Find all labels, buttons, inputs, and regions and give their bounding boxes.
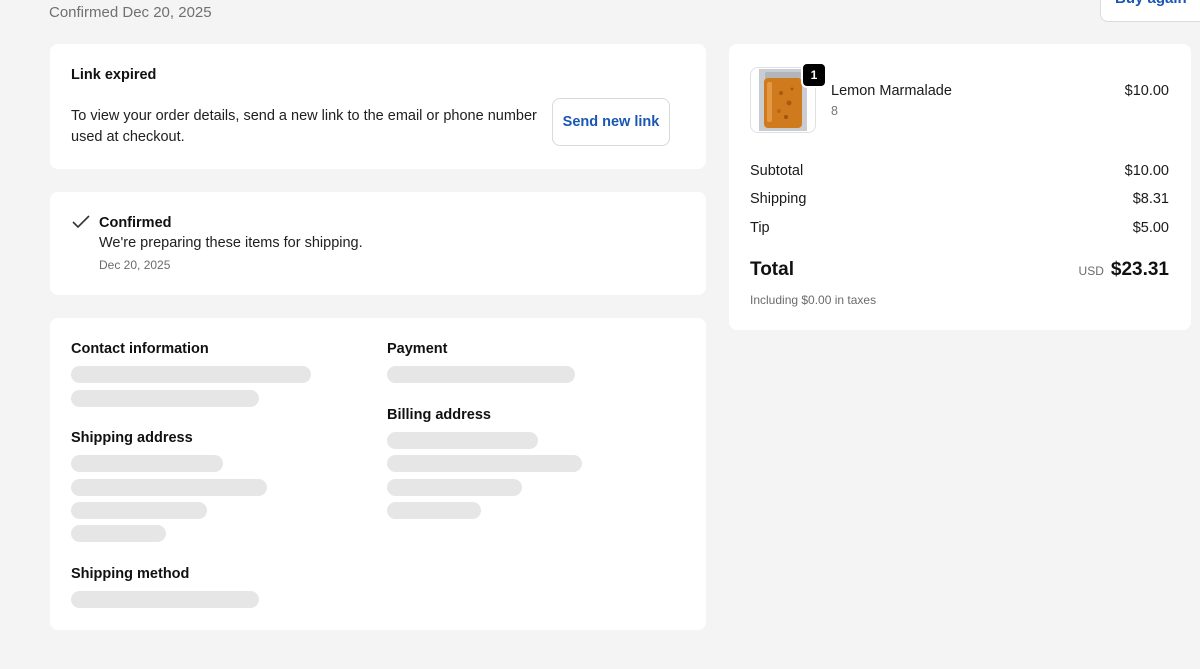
shipping-address-skeleton-line bbox=[71, 455, 223, 472]
status-message: We're preparing these items for shipping… bbox=[99, 235, 363, 251]
total-value-group: USD $23.31 bbox=[1079, 259, 1169, 281]
tip-row: Tip $5.00 bbox=[750, 220, 1169, 236]
shipping-method-skeleton-line bbox=[71, 591, 259, 608]
buy-again-button[interactable]: Buy again bbox=[1100, 0, 1200, 22]
billing-address-skeleton-line bbox=[387, 455, 582, 472]
total-label: Total bbox=[750, 259, 794, 280]
product-name: Lemon Marmalade bbox=[831, 83, 952, 99]
tip-value: $5.00 bbox=[1132, 220, 1169, 236]
order-details-card: Contact information Shipping address Shi… bbox=[50, 318, 706, 630]
subtotal-row: Subtotal $10.00 bbox=[750, 163, 1169, 179]
send-new-link-button[interactable]: Send new link bbox=[552, 98, 670, 146]
billing-address-skeleton-line bbox=[387, 502, 481, 519]
billing-address-skeleton-line bbox=[387, 432, 538, 449]
quantity-badge: 1 bbox=[801, 62, 827, 88]
shipping-label: Shipping bbox=[750, 191, 807, 207]
shipping-address-skeleton-line bbox=[71, 479, 267, 496]
marmalade-jar-image bbox=[759, 69, 807, 131]
product-variant: 8 bbox=[831, 104, 838, 118]
currency-code: USD bbox=[1078, 264, 1104, 278]
payment-heading: Payment bbox=[387, 341, 448, 357]
link-expired-message: To view your order details, send a new l… bbox=[71, 108, 537, 145]
product-price: $10.00 bbox=[1124, 83, 1169, 99]
contact-skeleton-line bbox=[71, 366, 311, 383]
status-title: Confirmed bbox=[99, 215, 172, 231]
shipping-address-skeleton-line bbox=[71, 502, 207, 519]
tax-note: Including $0.00 in taxes bbox=[750, 293, 877, 307]
billing-address-skeleton-line bbox=[387, 479, 522, 496]
subtotal-value: $10.00 bbox=[1124, 163, 1169, 179]
contact-skeleton-line bbox=[71, 390, 259, 407]
order-summary-card: 1 Lemon Marmalade 8 $10.00 Subtotal $10.… bbox=[729, 44, 1191, 330]
order-confirmed-date: Confirmed Dec 20, 2025 bbox=[49, 4, 212, 21]
payment-skeleton-line bbox=[387, 366, 575, 383]
contact-information-heading: Contact information bbox=[71, 341, 209, 357]
check-icon bbox=[72, 215, 90, 229]
tip-label: Tip bbox=[750, 220, 770, 236]
total-row: Total USD $23.31 bbox=[750, 259, 1169, 281]
shipping-value: $8.31 bbox=[1132, 191, 1169, 207]
total-amount: $23.31 bbox=[1110, 259, 1169, 280]
link-expired-title: Link expired bbox=[71, 67, 157, 83]
status-date: Dec 20, 2025 bbox=[99, 258, 171, 272]
subtotal-label: Subtotal bbox=[750, 163, 804, 179]
order-status-card: Confirmed We're preparing these items fo… bbox=[50, 192, 706, 295]
shipping-address-skeleton-line bbox=[71, 525, 166, 542]
link-expired-card: Link expired To view your order details,… bbox=[50, 44, 706, 169]
billing-address-heading: Billing address bbox=[387, 407, 491, 423]
shipping-row: Shipping $8.31 bbox=[750, 191, 1169, 207]
shipping-address-heading: Shipping address bbox=[71, 430, 193, 446]
shipping-method-heading: Shipping method bbox=[71, 566, 190, 582]
